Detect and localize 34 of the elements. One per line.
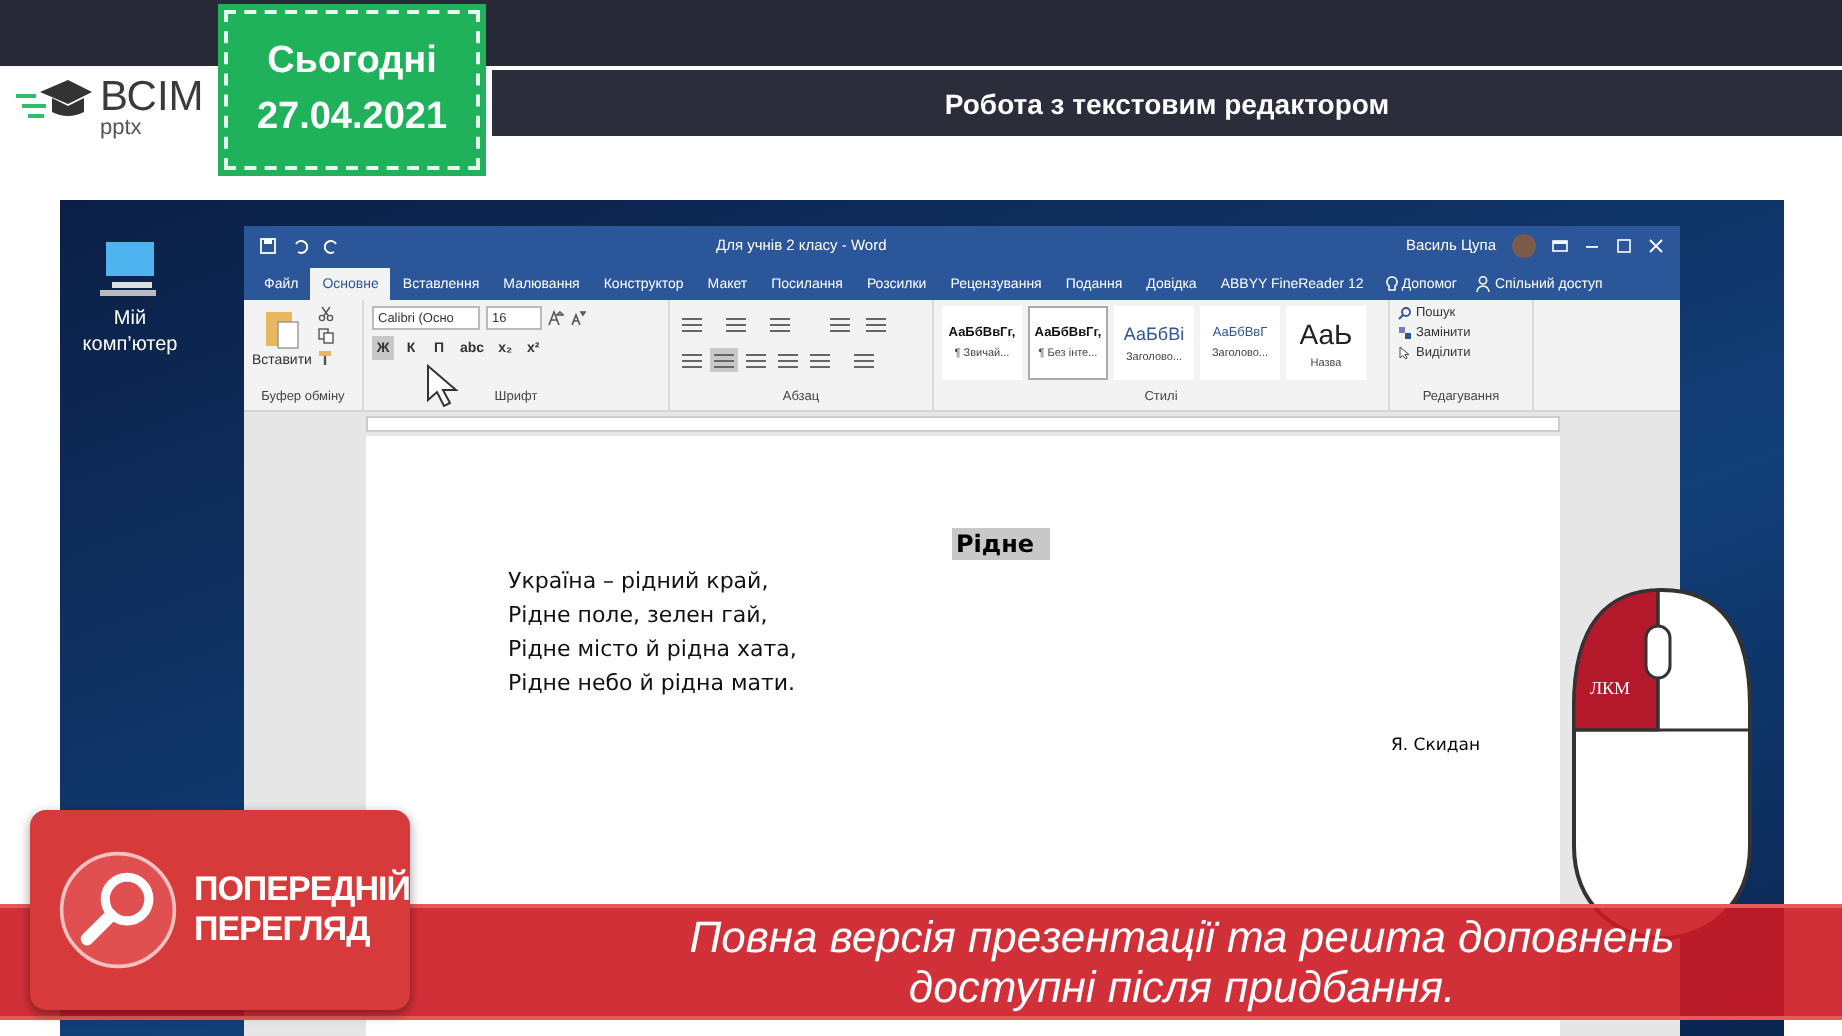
ribbon-display-icon[interactable] <box>1552 237 1568 253</box>
grow-font-icon[interactable] <box>548 310 564 326</box>
close-icon[interactable] <box>1648 237 1664 253</box>
pointer-icon <box>1398 346 1412 360</box>
maximize-icon[interactable] <box>1616 237 1632 253</box>
lightbulb-icon <box>1385 275 1398 293</box>
logo-text: ВСІМ <box>100 76 204 118</box>
poem-author: Я. Скидан <box>1390 736 1480 756</box>
preview-label: ПОПЕРЕДНІЙ <box>193 870 410 910</box>
poem-line: Україна – рідний край, <box>508 566 771 598</box>
desktop-icon-label[interactable]: Мій комп’ютер <box>76 306 184 358</box>
document-heading: Рідне <box>952 528 1051 560</box>
badge-day: Сьогодні <box>267 40 437 84</box>
badge-date: 27.04.2021 <box>256 96 448 140</box>
logo-subtext: pptx <box>100 118 144 140</box>
avatar <box>1512 233 1536 257</box>
computer-icon <box>100 242 160 298</box>
graduation-cap-icon <box>16 76 92 124</box>
slide-title: Робота з текстовим редактором <box>944 87 1390 119</box>
clipboard-icon <box>263 306 300 350</box>
poem-line: Рідне місто й рідна хата, <box>508 634 799 666</box>
person-icon <box>1476 276 1491 292</box>
preview-label: ПЕРЕГЛЯД <box>193 910 372 950</box>
undo-icon[interactable] <box>292 237 308 253</box>
poem-line: Рідне поле, зелен гай, <box>508 600 770 632</box>
save-icon[interactable] <box>260 237 276 253</box>
shrink-font-icon[interactable] <box>570 310 586 326</box>
replace-icon <box>1398 326 1412 340</box>
paintbrush-icon[interactable] <box>317 350 334 366</box>
copy-icon[interactable] <box>317 328 334 344</box>
redo-icon[interactable] <box>324 237 340 253</box>
scissors-icon[interactable] <box>317 306 334 322</box>
search-icon <box>1398 306 1412 320</box>
poem-line: Рідне небо й рідна мати. <box>508 668 798 700</box>
